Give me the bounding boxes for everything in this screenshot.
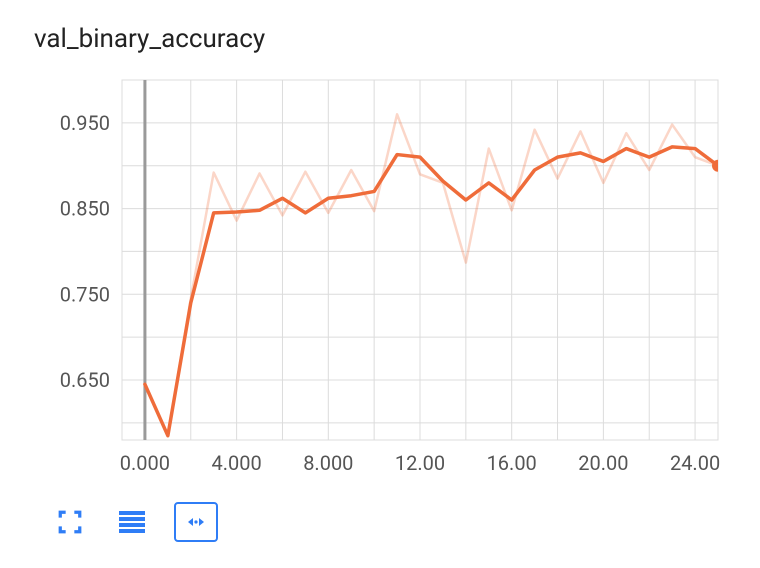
x-tick-label: 12.00 [395, 451, 445, 475]
lines-button[interactable] [112, 504, 152, 540]
x-tick-label: 8.000 [303, 451, 353, 475]
chart-svg: 0.650 0.750 0.850 0.950 0.000 4.000 8.000 12.00… [50, 70, 730, 490]
y-tick-label: 0.750 [60, 282, 110, 306]
chart-toolbar [50, 502, 218, 542]
pan-icon [183, 511, 209, 533]
y-tick-label: 0.950 [60, 111, 110, 135]
x-tick-label: 24.00 [670, 451, 720, 475]
x-tick-label: 20.00 [578, 451, 628, 475]
series-smoothed [145, 147, 718, 436]
x-tick-label: 0.000 [120, 451, 170, 475]
series-end-marker [712, 160, 724, 172]
y-tick-label: 0.850 [60, 197, 110, 221]
pan-button[interactable] [174, 502, 218, 542]
x-tick-label: 16.00 [487, 451, 537, 475]
chart-area[interactable]: 0.650 0.750 0.850 0.950 0.000 4.000 8.000 12.00… [50, 70, 730, 490]
fullscreen-button[interactable] [50, 504, 90, 540]
y-tick-label: 0.650 [60, 368, 110, 392]
x-tick-label: 4.000 [211, 451, 261, 475]
fullscreen-icon [57, 509, 83, 535]
series-raw [145, 114, 718, 435]
lines-icon [117, 509, 147, 535]
page-title: val_binary_accuracy [34, 24, 265, 54]
